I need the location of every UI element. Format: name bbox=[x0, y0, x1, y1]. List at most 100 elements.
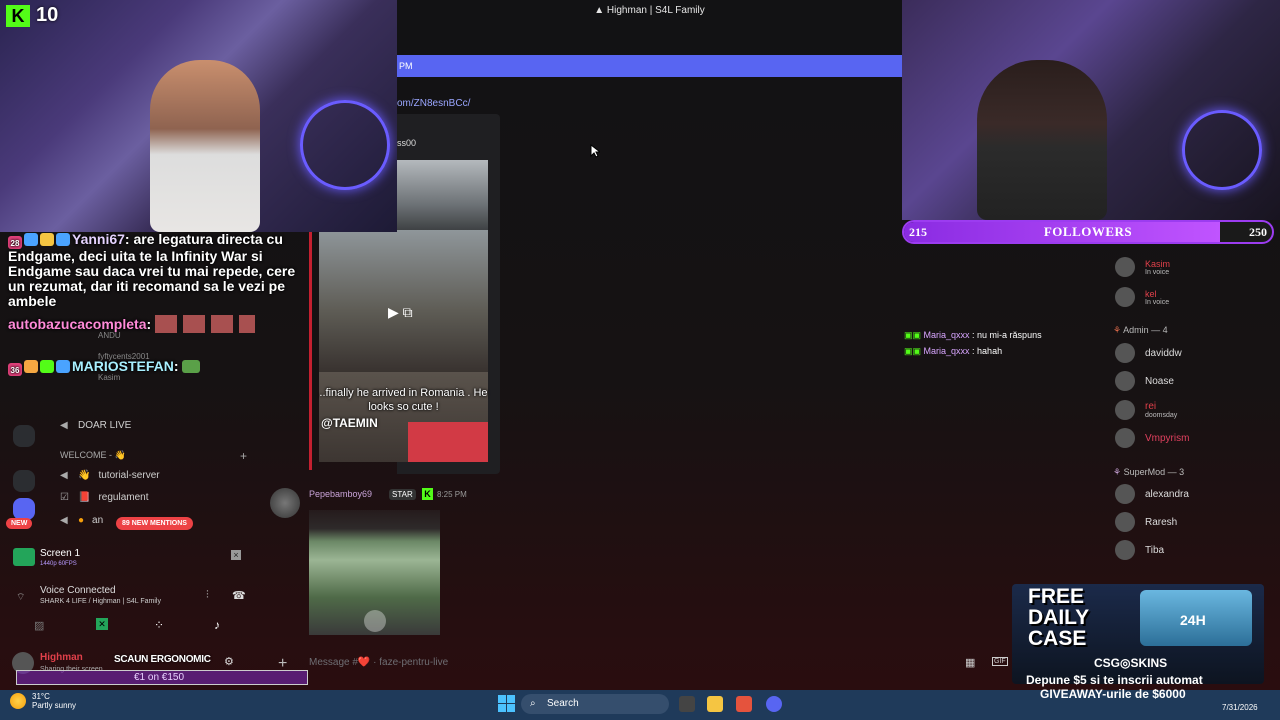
task-view-icon[interactable] bbox=[679, 696, 695, 712]
voice-connected-panel: ⌔ Voice Connected SHARK 4 LIFE / Highman… bbox=[10, 583, 254, 643]
emote-icon bbox=[155, 315, 256, 333]
windows-start-icon[interactable] bbox=[498, 695, 515, 712]
megaphone-icon: ◀ bbox=[60, 515, 68, 526]
video-username: @TAEMIN bbox=[321, 416, 378, 430]
disconnect-icon[interactable]: ☎ bbox=[232, 589, 246, 602]
taskbar-search[interactable]: ⌕ Search bbox=[521, 694, 669, 714]
voice-member-name: ANDU bbox=[98, 331, 121, 340]
avatar bbox=[1115, 287, 1135, 307]
brave-browser-icon[interactable] bbox=[736, 696, 752, 712]
role-badge: STAR bbox=[389, 489, 416, 500]
weather-temp: 31°C bbox=[32, 692, 50, 701]
channel-doar-live[interactable]: ◀ DOAR LIVE bbox=[60, 420, 131, 431]
member-group-supermod: ⚘ SuperMod — 3 bbox=[1113, 467, 1185, 477]
voice-channel[interactable]: SHARK 4 LIFE / Highman | S4L Family bbox=[40, 598, 161, 605]
file-explorer-icon[interactable] bbox=[707, 696, 723, 712]
chat-message: 36 MARIOSTEFAN: bbox=[8, 359, 298, 376]
member-item[interactable]: Tiba bbox=[1115, 540, 1164, 560]
promo-timer: 24H bbox=[1180, 612, 1206, 628]
avatar bbox=[1115, 540, 1135, 560]
message-input[interactable]: Message #❤️ · faze-pentru-live bbox=[262, 651, 1010, 675]
sound-bars-icon[interactable]: ⫶ bbox=[206, 589, 209, 602]
chat-message: 28 Yanni67: are legatura directa cu Endga… bbox=[8, 231, 296, 309]
megaphone-icon: ◀ bbox=[60, 470, 68, 481]
share-screen-icon[interactable]: ✕ bbox=[96, 618, 108, 630]
kick-icon: K bbox=[422, 488, 433, 500]
search-icon: ⌕ bbox=[530, 698, 536, 709]
streamer-webcam-left bbox=[0, 0, 397, 232]
settings-gear-icon[interactable]: ⚙ bbox=[224, 655, 234, 668]
screen-share-quality: 1440p 60FPS bbox=[40, 561, 77, 567]
pepe-emote-icon bbox=[182, 360, 201, 373]
crown-icon bbox=[24, 360, 38, 373]
add-channel-button[interactable]: + bbox=[240, 449, 247, 463]
channel-tutorial-server[interactable]: ◀ 👋 tutorial-server bbox=[60, 470, 160, 481]
member-group-admin: ⚘ Admin — 4 bbox=[1113, 325, 1168, 335]
member-item[interactable]: alexandra bbox=[1115, 484, 1189, 504]
voice-member-name: Kasim bbox=[98, 373, 121, 382]
message-link[interactable]: om/ZN8esnBCc/ bbox=[397, 98, 470, 109]
signal-icon: ⌔ bbox=[16, 592, 26, 603]
badge-icon bbox=[40, 360, 54, 373]
server-icon[interactable] bbox=[13, 498, 35, 520]
video-play-icon[interactable]: ▶ ⧉ bbox=[388, 304, 413, 321]
activities-icon[interactable]: ⁘ bbox=[154, 618, 164, 632]
close-icon[interactable]: × bbox=[231, 550, 241, 560]
new-mentions-badge[interactable]: 89 NEW MENTIONS bbox=[116, 517, 193, 530]
camera-off-icon[interactable]: ▨ bbox=[34, 619, 44, 632]
promo-line-2: GIVEAWAY-urile de $6000 bbox=[1040, 687, 1186, 701]
member-item[interactable]: Raresh bbox=[1115, 512, 1177, 532]
screen-share-title: Screen 1 bbox=[40, 548, 81, 559]
member-item[interactable]: Kasim In voice bbox=[1115, 257, 1170, 277]
channel-an[interactable]: ◀ ● an bbox=[60, 515, 103, 526]
avatar bbox=[1115, 257, 1135, 277]
new-badge: NEW bbox=[6, 518, 33, 529]
avatar bbox=[1115, 400, 1135, 420]
badge-icon bbox=[40, 233, 54, 246]
voice-chat-line: ▣▣ Maria_qxxx : hahah bbox=[904, 346, 1003, 356]
soundboard-icon[interactable]: ♪ bbox=[214, 618, 220, 632]
voice-chat-line: ▣▣ Maria_qxxx : nu mi-a răspuns bbox=[904, 330, 1042, 340]
message-author[interactable]: Pepebamboy69 bbox=[309, 489, 372, 499]
embed-accent-bar bbox=[309, 232, 312, 470]
badge-icon bbox=[24, 233, 38, 246]
kick-viewer-badge: K 10 bbox=[6, 4, 58, 27]
embed-author[interactable]: ss00 bbox=[397, 138, 416, 148]
voice-member-name: fyftycents2001 bbox=[98, 352, 150, 361]
weather-widget[interactable]: 31°C Partly sunny bbox=[10, 692, 76, 710]
mouse-cursor-icon bbox=[590, 144, 600, 158]
taskbar-date[interactable]: 7/31/2026 bbox=[1222, 703, 1258, 712]
server-icon[interactable] bbox=[13, 470, 35, 492]
embed-thumbnail[interactable] bbox=[397, 160, 488, 232]
member-item[interactable]: daviddw bbox=[1115, 343, 1182, 363]
screen-share-panel[interactable]: Screen 1 1440p 60FPS × bbox=[10, 546, 254, 572]
weather-desc: Partly sunny bbox=[32, 701, 77, 710]
voice-status: Voice Connected bbox=[40, 585, 116, 596]
play-icon[interactable] bbox=[364, 610, 386, 632]
app-icon: ▲ bbox=[594, 5, 607, 16]
kick-logo-icon: K bbox=[6, 4, 30, 27]
user-panel: Highman Sharing their screen SCAUN ERGON… bbox=[8, 648, 308, 685]
member-item[interactable]: kel In voice bbox=[1115, 287, 1169, 307]
promo-brand: CSG◎SKINS bbox=[1094, 656, 1168, 670]
member-item[interactable]: Vmpyrism bbox=[1115, 428, 1189, 448]
stream-chat-overlay: 28 Yanni67: are legatura directa cu Endga… bbox=[8, 232, 298, 376]
promo-price: €1 on €150 bbox=[134, 672, 185, 683]
channel-regulament[interactable]: ☑ 📕 regulament bbox=[60, 492, 148, 503]
avatar bbox=[1115, 343, 1135, 363]
promo-line-1: Depune $5 si te inscrii automat bbox=[1026, 673, 1203, 687]
message-video-attachment[interactable] bbox=[309, 510, 440, 635]
member-item[interactable]: Noase bbox=[1115, 371, 1174, 391]
gift-icon[interactable]: ▦ bbox=[965, 656, 975, 669]
discord-taskbar-icon[interactable] bbox=[766, 696, 782, 712]
chat-message: autobazucacompleta: bbox=[8, 315, 298, 333]
avatar[interactable] bbox=[270, 488, 300, 518]
gif-icon[interactable]: GIF bbox=[992, 657, 1008, 666]
username[interactable]: Highman bbox=[40, 652, 83, 663]
notification-banner[interactable]: PM bbox=[397, 55, 902, 77]
member-item[interactable]: rei doomsday bbox=[1115, 400, 1177, 420]
category-welcome[interactable]: WELCOME - 👋 bbox=[60, 450, 126, 461]
badge-icon bbox=[56, 360, 70, 373]
badge-icon bbox=[56, 233, 70, 246]
server-icon[interactable] bbox=[13, 425, 35, 447]
